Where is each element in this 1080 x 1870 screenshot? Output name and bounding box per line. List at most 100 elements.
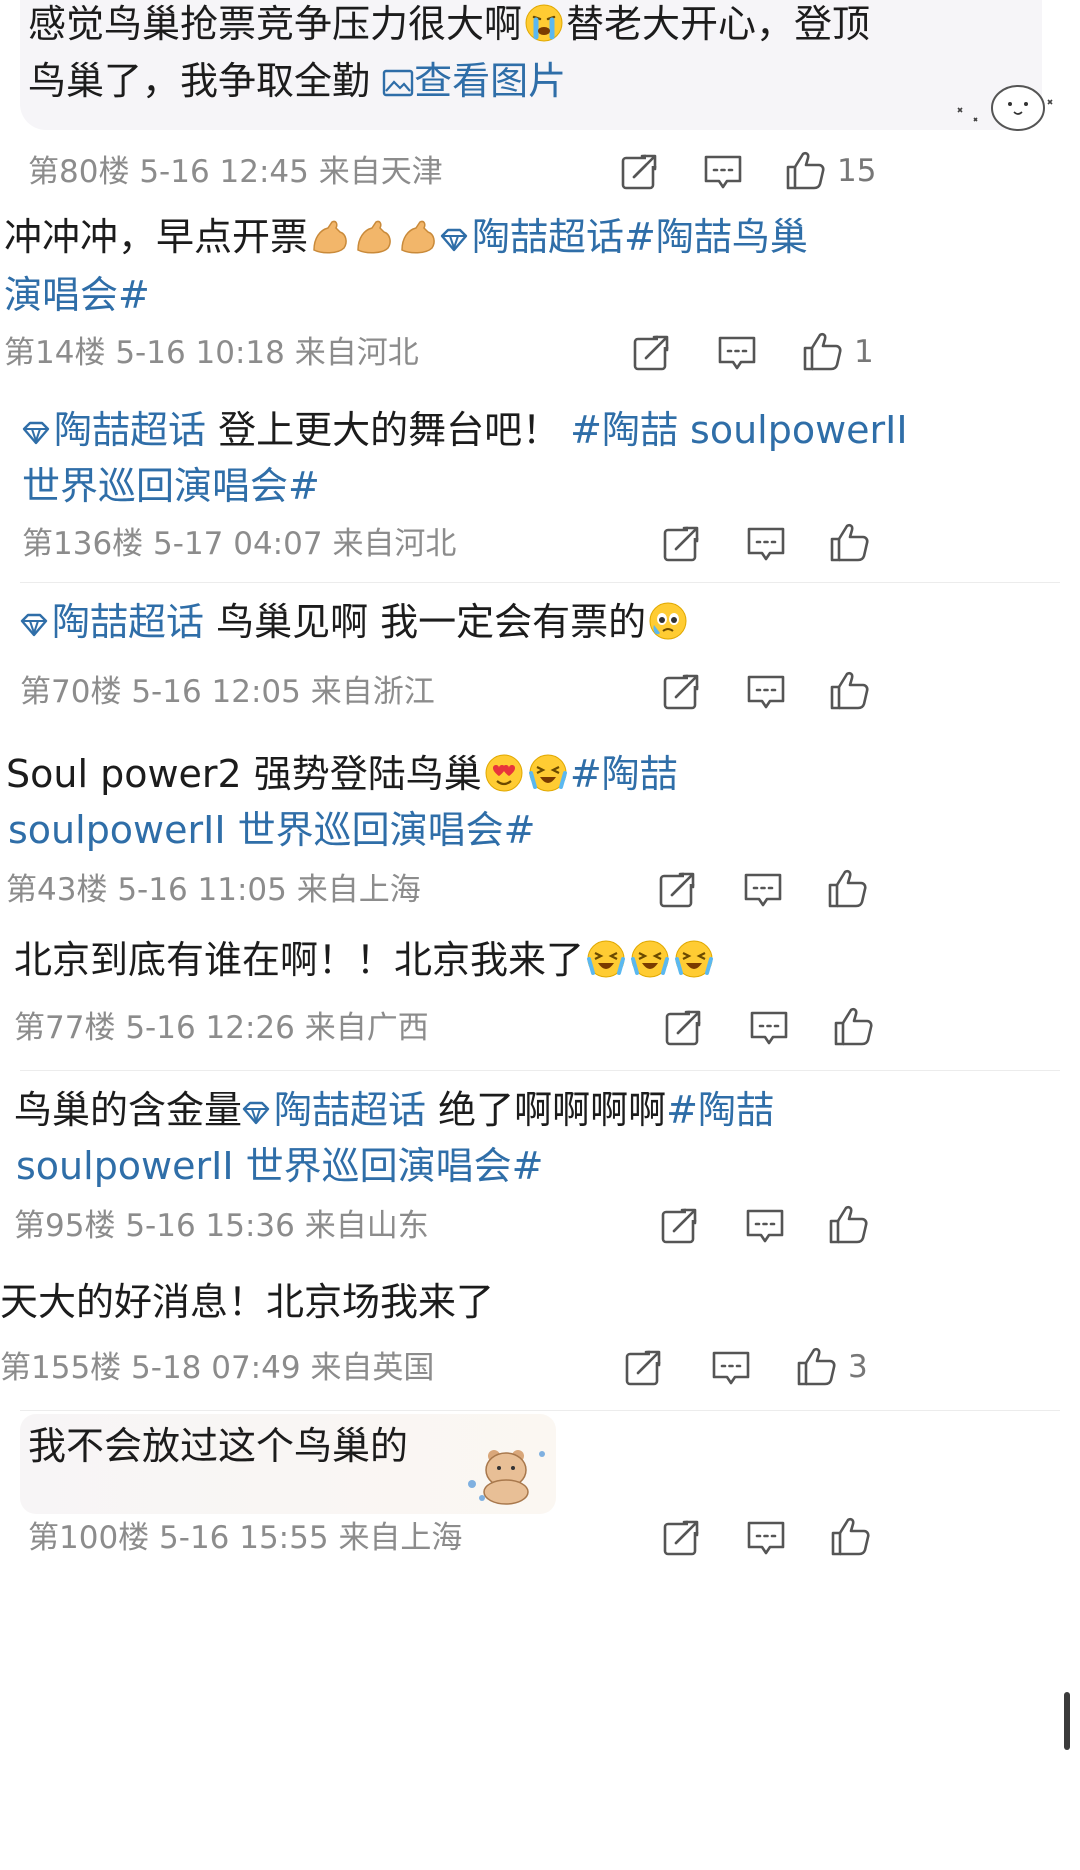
- super-topic-link[interactable]: 陶喆超话: [22, 408, 206, 452]
- comment-text: 陶喆超话 鸟巢见啊 我一定会有票的: [20, 590, 690, 655]
- comment-date: 5-16 12:05: [131, 674, 301, 710]
- comment-item[interactable]: 陶喆超话 鸟巢见啊 我一定会有票的 第70楼 5-16 12:05 来自浙江: [0, 590, 1080, 730]
- comment-date: 5-16 15:55: [159, 1520, 329, 1556]
- comment-button[interactable]: [746, 524, 786, 564]
- comment-button[interactable]: [703, 152, 743, 192]
- comment-icon: [744, 873, 782, 907]
- comment-item[interactable]: 感觉鸟巢抢票竞争压力很大啊 替老大开心，登顶 鸟巢了，我争取全勤 查看图片 第80…: [0, 0, 1080, 210]
- like-button[interactable]: [827, 868, 879, 910]
- comment-text-part: 冲冲冲，早点开票: [4, 215, 309, 259]
- comment-date: 5-16 10:18: [115, 335, 285, 371]
- comment-button[interactable]: [745, 1206, 785, 1246]
- comment-location: 来自英国: [310, 1350, 435, 1386]
- thumbs-up-icon: [829, 1205, 868, 1244]
- comment-date: 5-16 11:05: [117, 872, 287, 908]
- floor-number: 第100楼: [28, 1520, 150, 1556]
- like-button[interactable]: 1: [802, 331, 874, 373]
- comment-button[interactable]: [746, 1518, 786, 1558]
- hashtag-link[interactable]: #陶喆: [570, 752, 678, 796]
- hashtag-link[interactable]: soulpowerII 世界巡回演唱会#: [8, 798, 535, 863]
- share-button[interactable]: [662, 672, 702, 712]
- like-count: 1: [854, 334, 874, 370]
- comment-text-part: Soul power2 强势登陆鸟巢: [6, 752, 482, 796]
- thumbs-up-icon: [786, 151, 825, 190]
- comment-button[interactable]: [717, 333, 757, 373]
- comment-icon: [747, 1521, 785, 1555]
- comment-item[interactable]: Soul power2 强势登陆鸟巢 #陶喆 soulpowerII 世界巡回演唱…: [0, 742, 1080, 922]
- share-button[interactable]: [662, 1518, 702, 1558]
- comment-item[interactable]: 天大的好消息！北京场我来了 第155楼 5-18 07:49 来自英国 3: [0, 1270, 1080, 1412]
- hashtag-link[interactable]: #陶喆鸟巢: [624, 215, 808, 259]
- super-topic-link[interactable]: 陶喆超话: [20, 600, 204, 644]
- comment-meta: 第155楼 5-18 07:49 来自英国: [0, 1348, 434, 1388]
- laughing-tears-icon: [675, 940, 714, 978]
- share-button[interactable]: [658, 870, 698, 910]
- flexed-biceps-icon: [313, 220, 347, 254]
- floor-number: 第136楼: [22, 526, 144, 562]
- super-topic-link[interactable]: 陶喆超话: [242, 1088, 426, 1132]
- share-button[interactable]: [664, 1008, 704, 1048]
- comment-text-line2: 鸟巢了，我争取全勤 查看图片: [28, 49, 566, 114]
- comment-text: 冲冲冲，早点开票 陶喆超话#陶喆鸟巢: [4, 205, 808, 270]
- view-image-link[interactable]: 查看图片: [382, 59, 566, 103]
- thumbs-up-icon: [834, 1007, 873, 1046]
- comment-meta: 第95楼 5-16 15:36 来自山东: [14, 1206, 429, 1246]
- share-button[interactable]: [632, 333, 672, 373]
- like-button[interactable]: 15: [785, 150, 876, 192]
- like-button[interactable]: [829, 670, 881, 712]
- comment-icon: [747, 675, 785, 709]
- share-button[interactable]: [624, 1348, 664, 1388]
- comment-text: 北京到底有谁在啊！！北京我来了: [14, 928, 716, 993]
- comment-location: 来自山东: [304, 1208, 429, 1244]
- share-button[interactable]: [620, 152, 660, 192]
- comment-icon: [712, 1351, 750, 1385]
- like-count: 3: [848, 1349, 868, 1385]
- tearful-face-icon: [649, 602, 687, 640]
- comment-text-part: 我不会放过这个鸟巢的: [28, 1424, 409, 1468]
- crying-face-icon: [525, 4, 563, 42]
- share-icon: [663, 1518, 702, 1556]
- like-button[interactable]: 3: [796, 1346, 868, 1388]
- comment-location: 来自河北: [294, 335, 419, 371]
- comment-item[interactable]: 冲冲冲，早点开票 陶喆超话#陶喆鸟巢 演唱会# 第14楼 5-16 10:18 来…: [0, 205, 1080, 385]
- comment-button[interactable]: [746, 672, 786, 712]
- thumbs-up-icon: [828, 869, 867, 908]
- share-button[interactable]: [660, 1206, 700, 1246]
- like-button[interactable]: [829, 522, 881, 564]
- comment-icon: [747, 527, 785, 561]
- comment-location: 来自浙江: [310, 674, 435, 710]
- like-button[interactable]: [828, 1204, 880, 1246]
- comment-button[interactable]: [749, 1008, 789, 1048]
- comment-text-part: 感觉鸟巢抢票竞争压力很大啊: [28, 2, 523, 46]
- floor-number: 第14楼: [4, 335, 106, 371]
- comment-item[interactable]: 北京到底有谁在啊！！北京我来了 第77楼 5-16 12:26 来自广西: [0, 928, 1080, 1071]
- comment-button[interactable]: [743, 870, 783, 910]
- comment-location: 来自河北: [332, 526, 457, 562]
- laughing-tears-icon: [528, 754, 567, 792]
- super-topic-link[interactable]: 陶喆超话: [440, 215, 624, 259]
- share-icon: [659, 870, 698, 908]
- comment-button[interactable]: [711, 1348, 751, 1388]
- floor-number: 第80楼: [28, 154, 130, 190]
- hashtag-link[interactable]: #陶喆 soulpowerII: [570, 408, 907, 452]
- hashtag-link[interactable]: soulpowerII 世界巡回演唱会#: [16, 1134, 543, 1199]
- divider: [20, 1410, 1060, 1411]
- comment-text-part: 鸟巢的含金量: [14, 1088, 243, 1132]
- comment-text-part: 北京到底有谁在啊！！北京我来了: [14, 938, 585, 982]
- like-button[interactable]: [833, 1006, 885, 1048]
- comment-item[interactable]: 陶喆超话 登上更大的舞台吧！ #陶喆 soulpowerII 世界巡回演唱会# 第…: [0, 398, 1080, 583]
- hashtag-link[interactable]: #陶喆: [666, 1088, 774, 1132]
- comment-item[interactable]: 我不会放过这个鸟巢的 第100楼 5-16 15:55 来自上海: [0, 1412, 1080, 1870]
- comment-location: 来自广西: [304, 1010, 429, 1046]
- like-count: 15: [837, 153, 877, 189]
- comment-meta: 第100楼 5-16 15:55 来自上海: [28, 1518, 462, 1558]
- share-button[interactable]: [662, 524, 702, 564]
- floor-number: 第70楼: [20, 674, 122, 710]
- floor-number: 第77楼: [14, 1010, 116, 1046]
- floor-number: 第43楼: [6, 872, 108, 908]
- comment-item[interactable]: 鸟巢的含金量 陶喆超话 绝了啊啊啊啊#陶喆 soulpowerII 世界巡回演唱会…: [0, 1078, 1080, 1268]
- scrollbar-thumb[interactable]: [1064, 1692, 1070, 1750]
- like-button[interactable]: [830, 1516, 882, 1558]
- hashtag-link[interactable]: 世界巡回演唱会#: [22, 454, 320, 519]
- hashtag-link[interactable]: 演唱会#: [4, 263, 150, 328]
